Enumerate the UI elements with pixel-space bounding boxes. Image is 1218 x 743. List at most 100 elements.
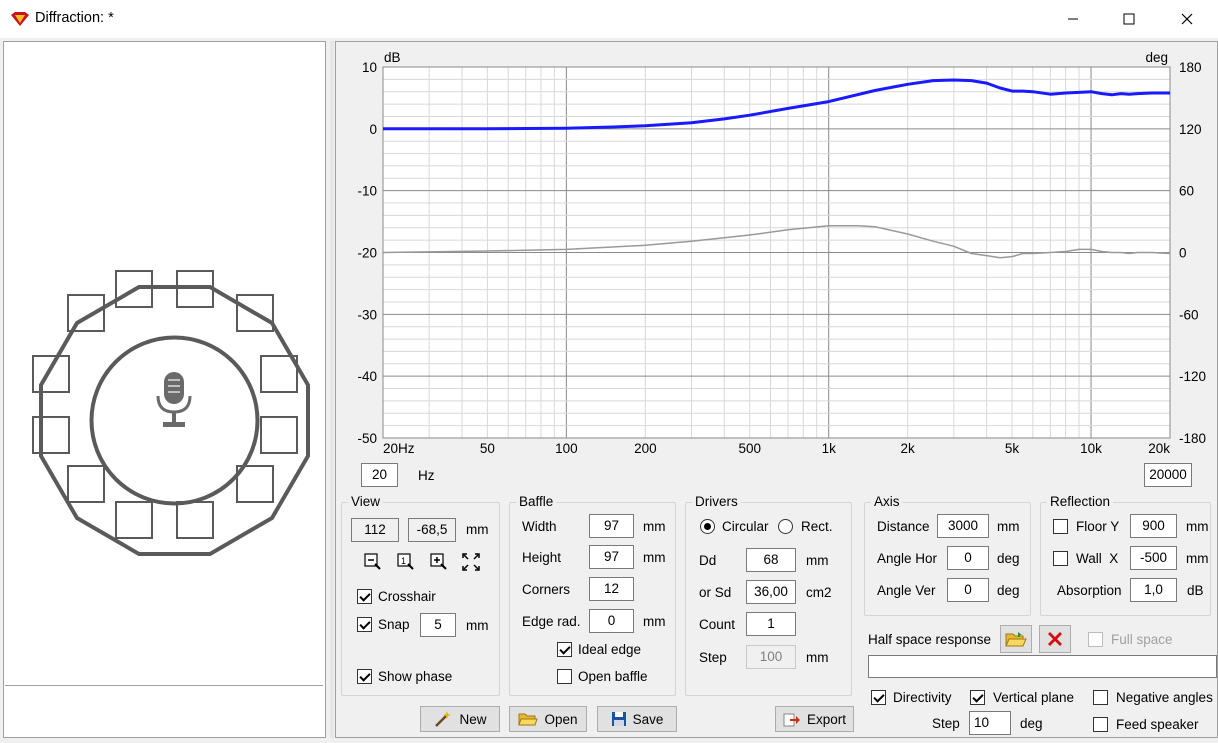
angle-ver-input[interactable]: 0 [947, 578, 989, 602]
show-phase-checkbox[interactable] [357, 669, 372, 684]
height-unit-label: mm [643, 550, 666, 565]
x-tick-label: 10k [1080, 441, 1102, 456]
y2-tick-label: 0 [1179, 246, 1187, 261]
half-space-clear-button[interactable] [1039, 625, 1071, 653]
delete-icon [1048, 632, 1062, 646]
zoom-fit-icon: 1 [397, 553, 414, 570]
directivity-checkbox[interactable] [871, 690, 886, 705]
floor-checkbox[interactable] [1053, 519, 1068, 534]
height-input[interactable]: 97 [589, 545, 634, 569]
zoom-out-button[interactable] [362, 551, 384, 573]
x-tick-label: 1k [822, 441, 837, 456]
corners-input[interactable]: 12 [589, 577, 634, 601]
baffle-drawing[interactable] [4, 42, 325, 682]
right-pane: dB deg 10 0 -10 -20 -30 -40 -50 180 120 60 0 -60 -120-… [335, 41, 1218, 738]
count-input[interactable]: 1 [746, 612, 796, 636]
absorption-input[interactable]: 1,0 [1130, 578, 1177, 602]
folder-open-icon [518, 713, 539, 726]
zoom-in-button[interactable] [428, 551, 450, 573]
minimize-icon [1068, 18, 1078, 20]
dd-input[interactable]: 68 [746, 548, 796, 572]
feed-speaker-checkbox[interactable] [1093, 717, 1108, 732]
wall-checkbox[interactable] [1053, 551, 1068, 566]
floor-input[interactable]: 900 [1130, 514, 1177, 538]
fullscreen-button[interactable] [460, 551, 482, 573]
export-button[interactable]: Export [775, 706, 854, 732]
baffle-group: Baffle Width 97 mm Height 97 mm Corners … [509, 494, 676, 696]
expand-icon [462, 553, 480, 571]
half-space-open-button[interactable] [1000, 625, 1032, 653]
floor-unit-label: mm [1186, 519, 1209, 534]
wall-label: Wall X [1076, 551, 1119, 566]
app-logo-icon [11, 12, 29, 26]
axis-group-title: Axis [871, 494, 903, 509]
width-input[interactable]: 97 [589, 514, 634, 538]
splitter[interactable] [330, 41, 334, 738]
ideal-edge-checkbox[interactable] [557, 642, 572, 657]
save-button-label: Save [632, 711, 664, 727]
directivity-step-input[interactable]: 10 [969, 711, 1011, 735]
x-tick-label: 200 [634, 441, 657, 456]
freq-min-input[interactable]: 20 [361, 463, 398, 487]
full-space-checkbox [1088, 632, 1103, 647]
reflection-group-title: Reflection [1047, 494, 1114, 509]
export-button-label: Export [806, 711, 847, 727]
snap-checkbox[interactable] [357, 617, 372, 632]
absorption-label: Absorption [1057, 583, 1122, 598]
vertical-plane-checkbox[interactable] [970, 690, 985, 705]
distance-input[interactable]: 3000 [937, 514, 989, 538]
open-baffle-label: Open baffle [578, 669, 648, 684]
open-baffle-checkbox[interactable] [557, 669, 572, 684]
x-tick-label: 5k [1005, 441, 1020, 456]
close-button[interactable] [1164, 0, 1210, 38]
snap-unit-label: mm [466, 618, 489, 633]
chart-svg[interactable]: dB deg100-10-20-30-40-50180120600-60-120-… [341, 46, 1217, 461]
half-space-file-field[interactable] [868, 655, 1217, 678]
negative-angles-checkbox[interactable] [1093, 690, 1108, 705]
minimize-button[interactable] [1050, 0, 1096, 38]
step-label: Step [699, 650, 727, 665]
y2-axis-title: deg [1145, 50, 1168, 65]
sd-input[interactable]: 36,00 [746, 580, 796, 604]
y2-tick-label: -180 [1179, 431, 1206, 446]
crosshair-label: Crosshair [378, 589, 436, 604]
directivity-step-label: Step [932, 716, 960, 731]
y-tick-label: -20 [357, 246, 377, 261]
snap-input[interactable]: 5 [420, 613, 456, 637]
height-label: Height [522, 550, 562, 565]
zoom-fit-button[interactable]: 1 [395, 551, 417, 573]
response-chart[interactable]: dB deg 10 0 -10 -20 -30 -40 -50 180 120 60 0 -60 -120-… [341, 46, 1217, 461]
crosshair-checkbox[interactable] [357, 589, 372, 604]
magic-wand-icon [435, 711, 452, 727]
show-phase-label: Show phase [378, 669, 453, 684]
svg-text:1: 1 [401, 556, 406, 566]
y-tick-label: -40 [357, 369, 377, 384]
circular-radio[interactable] [700, 519, 715, 534]
open-button[interactable]: Open [509, 706, 587, 732]
distance-label: Distance [877, 519, 930, 534]
x-tick-label: 50 [480, 441, 495, 456]
baffle-view-pane[interactable] [3, 41, 326, 738]
width-unit-label: mm [643, 519, 666, 534]
view-unit-label: mm [466, 522, 489, 537]
rect-radio[interactable] [778, 519, 793, 534]
width-label: Width [522, 519, 557, 534]
edge-radius-input[interactable]: 0 [589, 609, 634, 633]
dd-label: Dd [699, 553, 717, 568]
angle-ver-unit-label: deg [997, 583, 1020, 598]
snap-label: Snap [378, 617, 410, 632]
sd-unit-label: cm2 [806, 585, 832, 600]
freq-max-input[interactable]: 20000 [1144, 463, 1192, 487]
new-button[interactable]: New [420, 706, 500, 732]
y-tick-label: -30 [357, 307, 377, 322]
freq-unit-label: Hz [418, 468, 435, 483]
export-icon [783, 713, 800, 727]
wall-input[interactable]: -500 [1130, 546, 1177, 570]
y-axis-title: dB [384, 50, 401, 65]
save-icon [611, 712, 626, 726]
angle-hor-unit-label: deg [997, 551, 1020, 566]
maximize-button[interactable] [1106, 0, 1152, 38]
angle-hor-input[interactable]: 0 [947, 546, 989, 570]
save-button[interactable]: Save [597, 706, 677, 732]
x-tick-label: 20Hz [383, 441, 415, 456]
